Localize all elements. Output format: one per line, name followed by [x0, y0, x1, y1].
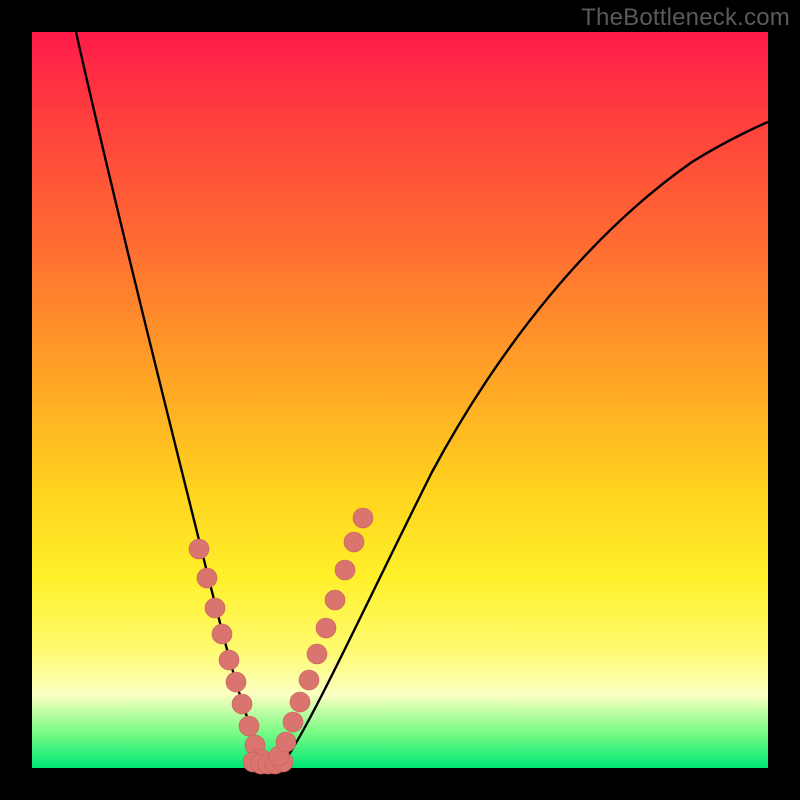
data-dots: [189, 508, 373, 774]
chart-frame: TheBottleneck.com: [0, 0, 800, 800]
dot: [239, 716, 259, 736]
dot: [205, 598, 225, 618]
curve-svg: [32, 32, 768, 768]
dot: [212, 624, 232, 644]
dot: [299, 670, 319, 690]
dot: [232, 694, 252, 714]
dot: [189, 539, 209, 559]
dot: [226, 672, 246, 692]
dot: [316, 618, 336, 638]
dot: [353, 508, 373, 528]
dot: [276, 732, 296, 752]
dot: [197, 568, 217, 588]
dot: [283, 712, 303, 732]
dot: [325, 590, 345, 610]
bottleneck-curve: [76, 32, 768, 765]
dot: [307, 644, 327, 664]
dot: [219, 650, 239, 670]
plot-area: [32, 32, 768, 768]
dot: [290, 692, 310, 712]
watermark-text: TheBottleneck.com: [581, 4, 790, 32]
dot: [335, 560, 355, 580]
dot: [344, 532, 364, 552]
